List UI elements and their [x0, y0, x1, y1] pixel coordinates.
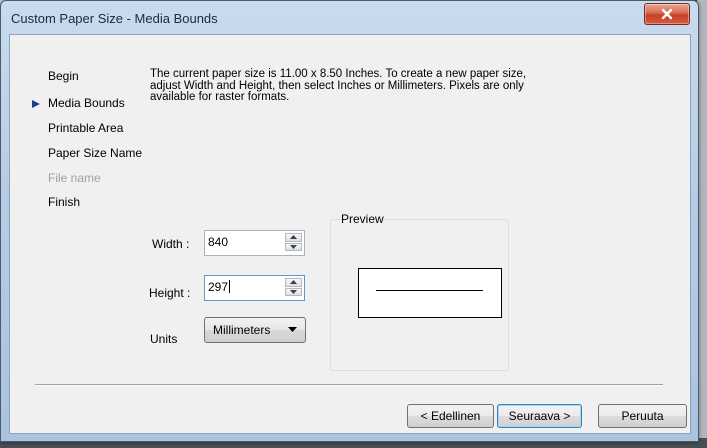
close-icon — [661, 8, 673, 20]
next-button[interactable]: Seuraava > — [497, 404, 582, 428]
chevron-down-icon — [290, 244, 297, 249]
height-spinner[interactable]: 297 — [204, 275, 305, 301]
step-printable-area[interactable]: Printable Area — [48, 121, 123, 135]
step-paper-size-name[interactable]: Paper Size Name — [48, 146, 142, 160]
width-input[interactable]: 840 — [208, 235, 228, 249]
height-spin-buttons — [285, 278, 302, 297]
dropdown-arrow-icon — [288, 327, 297, 332]
height-value: 297 — [208, 280, 229, 294]
height-increment-button[interactable] — [285, 278, 302, 287]
preview-group: Preview — [330, 212, 509, 371]
step-finish[interactable]: Finish — [48, 195, 80, 209]
separator — [35, 384, 663, 386]
height-decrement-button[interactable] — [285, 287, 302, 296]
title-bar: Custom Paper Size - Media Bounds — [1, 1, 698, 35]
paper-preview — [358, 268, 502, 318]
chevron-down-icon — [290, 289, 297, 294]
paper-preview-line — [376, 290, 483, 291]
step-begin[interactable]: Begin — [48, 69, 79, 83]
units-dropdown[interactable]: Millimeters — [204, 317, 306, 343]
instructions-text: The current paper size is 11.00 x 8.50 I… — [150, 68, 527, 103]
current-step-arrow-icon — [32, 100, 40, 108]
height-input[interactable]: 297 — [208, 280, 231, 294]
step-file-name: File name — [48, 171, 101, 185]
chevron-up-icon — [290, 280, 297, 285]
width-increment-button[interactable] — [285, 233, 302, 242]
units-label: Units — [150, 332, 178, 346]
preview-legend: Preview — [340, 212, 385, 226]
cancel-button[interactable]: Peruuta — [598, 404, 687, 428]
text-caret — [229, 280, 231, 293]
custom-paper-size-dialog: Custom Paper Size - Media Bounds Begin M… — [0, 0, 699, 442]
back-button[interactable]: < Edellinen — [407, 404, 494, 428]
chevron-up-icon — [290, 235, 297, 240]
width-decrement-button[interactable] — [285, 242, 302, 251]
close-button[interactable] — [644, 3, 690, 25]
units-selected-value: Millimeters — [213, 323, 271, 337]
width-label: Width : — [152, 237, 190, 251]
height-label: Height : — [149, 286, 191, 300]
width-spin-buttons — [285, 233, 302, 252]
dialog-client-area: Begin Media Bounds Printable Area Paper … — [9, 34, 691, 434]
width-spinner[interactable]: 840 — [204, 230, 305, 256]
window-title: Custom Paper Size - Media Bounds — [11, 11, 218, 26]
step-media-bounds[interactable]: Media Bounds — [48, 96, 125, 110]
